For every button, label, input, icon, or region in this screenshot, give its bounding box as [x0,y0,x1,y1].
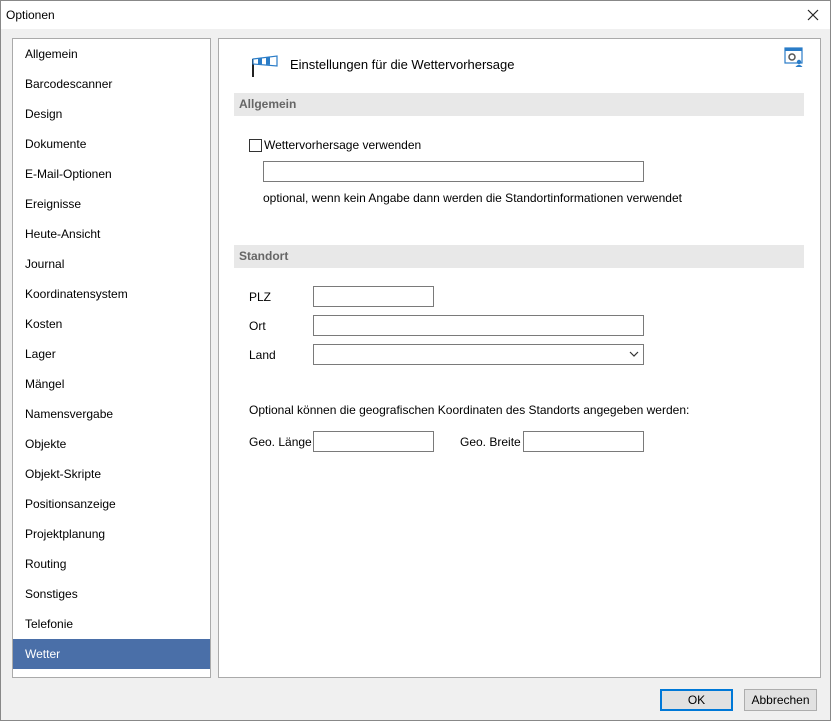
close-icon [807,9,819,21]
land-select[interactable] [313,344,644,365]
sidebar-item-sonstiges[interactable]: Sonstiges [13,579,210,609]
settings-panel: Einstellungen für die Wettervorhersage A… [218,38,821,678]
ort-label: Ort [249,319,266,333]
latitude-label: Geo. Breite [460,435,521,449]
sidebar-item-koordinatensystem[interactable]: Koordinatensystem [13,279,210,309]
sidebar-item-barcodescanner[interactable]: Barcodescanner [13,69,210,99]
sidebar-item-journal[interactable]: Journal [13,249,210,279]
sidebar-item-design[interactable]: Design [13,99,210,129]
window-title: Optionen [6,8,55,22]
sidebar-item-ereignisse[interactable]: Ereignisse [13,189,210,219]
page-title: Einstellungen für die Wettervorhersage [290,57,515,72]
settings-user-icon[interactable] [784,47,804,67]
sidebar-item-allgemein[interactable]: Allgemein [13,39,210,69]
sidebar-item-heute-ansicht[interactable]: Heute-Ansicht [13,219,210,249]
cancel-button[interactable]: Abbrechen [744,689,817,711]
sidebar-item-routing[interactable]: Routing [13,549,210,579]
sidebar-item-projektplanung[interactable]: Projektplanung [13,519,210,549]
plz-label: PLZ [249,290,272,304]
sidebar-item-telefonie[interactable]: Telefonie [13,609,210,639]
sidebar-item-positionsanzeige[interactable]: Positionsanzeige [13,489,210,519]
chevron-down-icon [629,351,639,357]
coords-hint-text: Optional können die geografischen Koordi… [249,403,690,417]
sidebar-item-objekt-skripte[interactable]: Objekt-Skripte [13,459,210,489]
sidebar-item-wetter[interactable]: Wetter [13,639,210,669]
longitude-label: Geo. Länge [249,435,312,449]
section-location: Standort [234,245,804,268]
sidebar-item-namensvergabe[interactable]: Namensvergabe [13,399,210,429]
sidebar-item-objekte[interactable]: Objekte [13,429,210,459]
weather-checkbox[interactable] [249,139,262,152]
close-button[interactable] [796,1,830,29]
land-label: Land [249,348,276,362]
title-bar: Optionen [1,1,830,29]
ok-button[interactable]: OK [660,689,733,711]
section-general: Allgemein [234,93,804,116]
sidebar-item-mängel[interactable]: Mängel [13,369,210,399]
weather-checkbox-label[interactable]: Wettervorhersage verwenden [264,138,421,152]
longitude-input[interactable] [313,431,434,452]
api-hint-text: optional, wenn kein Angabe dann werden d… [263,191,682,205]
options-dialog: Optionen Allgemein Barcodescanner Design Do… [0,0,831,721]
ort-input[interactable] [313,315,644,336]
sidebar-nav: Allgemein Barcodescanner Design Dokumente E-… [12,38,211,678]
sidebar-item-dokumente[interactable]: Dokumente [13,129,210,159]
sidebar-item-e-mail-optionen[interactable]: E-Mail-Optionen [13,159,210,189]
sidebar-item-lager[interactable]: Lager [13,339,210,369]
windsock-icon [252,55,278,77]
api-key-input[interactable] [263,161,644,182]
plz-input[interactable] [313,286,434,307]
latitude-input[interactable] [523,431,644,452]
sidebar-item-kosten[interactable]: Kosten [13,309,210,339]
